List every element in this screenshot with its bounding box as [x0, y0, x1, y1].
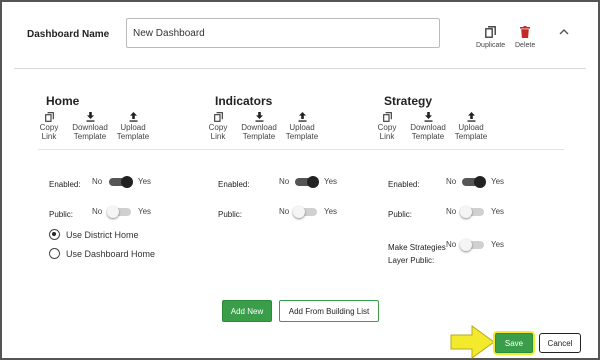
- header-divider: [14, 68, 586, 69]
- toggle-no-text: No: [92, 207, 103, 216]
- enabled-label: Enabled:: [388, 180, 420, 189]
- toggle-knob: [307, 176, 319, 188]
- toggle-knob: [460, 239, 472, 251]
- home-enabled-row: Enabled: No Yes: [49, 176, 169, 191]
- upload-template-button[interactable]: Upload Template: [454, 112, 488, 141]
- upload-template-label: Upload Template: [116, 123, 150, 141]
- layer-public-label: Make Strategies Layer Public:: [388, 243, 446, 265]
- copy-icon: [44, 112, 54, 122]
- tools-divider: [38, 149, 564, 150]
- download-icon: [423, 112, 433, 122]
- indicators-enabled-row: Enabled: No Yes: [218, 176, 348, 191]
- upload-icon: [466, 112, 476, 122]
- copy-link-label: Copy Link: [377, 123, 397, 141]
- enabled-label: Enabled:: [218, 180, 250, 189]
- radio-label: Use District Home: [66, 229, 139, 240]
- download-template-button[interactable]: Download Template: [408, 112, 448, 141]
- add-from-building-list-button[interactable]: Add From Building List: [279, 300, 379, 322]
- home-public-toggle[interactable]: [107, 206, 131, 218]
- copy-link-button[interactable]: Copy Link: [207, 112, 229, 141]
- dashboard-name-input[interactable]: [126, 18, 440, 48]
- toggle-knob: [107, 206, 119, 218]
- duplicate-label: Duplicate: [476, 42, 506, 49]
- strategy-layer-public-toggle[interactable]: [460, 239, 484, 251]
- section-title: Indicators: [215, 94, 273, 108]
- upload-template-label: Upload Template: [285, 123, 319, 141]
- section-title: Home: [46, 94, 80, 108]
- toggle-no-text: No: [446, 177, 457, 186]
- strategy-public-row: Public: No Yes: [388, 206, 518, 221]
- section-indicators: Indicators Copy Link Download Template Upl…: [209, 94, 375, 141]
- toggle-yes-text: Yes: [491, 240, 505, 249]
- copy-link-button[interactable]: Copy Link: [38, 112, 60, 141]
- download-template-label: Download Template: [241, 123, 277, 141]
- toggle-no-text: No: [446, 207, 457, 216]
- upload-template-button[interactable]: Upload Template: [116, 112, 150, 141]
- toggle-knob: [460, 206, 472, 218]
- upload-icon: [297, 112, 307, 122]
- save-button[interactable]: Save: [495, 333, 533, 353]
- download-template-button[interactable]: Download Template: [70, 112, 110, 141]
- copy-link-label: Copy Link: [208, 123, 228, 141]
- home-enabled-toggle[interactable]: [109, 176, 133, 188]
- radio-label: Use Dashboard Home: [66, 248, 156, 259]
- upload-template-label: Upload Template: [454, 123, 488, 141]
- section-title: Strategy: [384, 94, 433, 108]
- indicators-public-row: Public: No Yes: [218, 206, 348, 221]
- delete-label: Delete: [515, 42, 536, 49]
- toggle-no-text: No: [279, 177, 290, 186]
- trash-icon: [520, 26, 531, 40]
- dashboard-name-label: Dashboard Name: [27, 29, 110, 40]
- chevron-up-icon[interactable]: [559, 27, 569, 38]
- toggle-knob: [293, 206, 305, 218]
- radio-use-district-home[interactable]: Use District Home: [49, 229, 139, 240]
- toggle-yes-text: Yes: [138, 177, 152, 186]
- enabled-label: Enabled:: [49, 180, 81, 189]
- duplicate-button[interactable]: Duplicate: [476, 26, 505, 49]
- public-label: Public:: [218, 210, 243, 219]
- indicators-enabled-toggle[interactable]: [295, 176, 319, 188]
- download-template-label: Download Template: [72, 123, 108, 141]
- toggle-knob: [474, 176, 486, 188]
- home-public-row: Public: No Yes: [49, 206, 169, 221]
- copy-icon: [213, 112, 223, 122]
- download-template-button[interactable]: Download Template: [239, 112, 279, 141]
- copy-link-button[interactable]: Copy Link: [376, 112, 398, 141]
- dashboard-header-row: Dashboard Name Duplicate Delete: [2, 16, 598, 56]
- toggle-no-text: No: [279, 207, 290, 216]
- duplicate-icon: [485, 26, 496, 40]
- public-label: Public:: [49, 210, 74, 219]
- radio-button-unchecked[interactable]: [49, 248, 60, 259]
- delete-button[interactable]: Delete: [515, 26, 535, 49]
- section-home: Home Copy Link Download Template Upload Tem…: [40, 94, 206, 141]
- highlight-arrow-icon: [450, 325, 495, 359]
- toggle-yes-text: Yes: [491, 177, 505, 186]
- section-strategy: Strategy Copy Link Download Template Uploa…: [378, 94, 544, 141]
- download-icon: [85, 112, 95, 122]
- toggle-no-text: No: [446, 240, 457, 249]
- radio-button-checked[interactable]: [49, 229, 60, 240]
- download-icon: [254, 112, 264, 122]
- strategy-public-toggle[interactable]: [460, 206, 484, 218]
- copy-icon: [382, 112, 392, 122]
- add-new-button[interactable]: Add New: [222, 300, 272, 322]
- upload-icon: [128, 112, 138, 122]
- strategy-enabled-row: Enabled: No Yes: [388, 176, 518, 191]
- public-label: Public:: [388, 210, 413, 219]
- copy-link-label: Copy Link: [39, 123, 59, 141]
- toggle-yes-text: Yes: [324, 177, 338, 186]
- radio-use-dashboard-home[interactable]: Use Dashboard Home: [49, 248, 155, 259]
- strategy-layer-public-row: Make Strategies Layer Public: No Yes: [388, 239, 518, 265]
- cancel-button[interactable]: Cancel: [539, 333, 581, 353]
- indicators-public-toggle[interactable]: [293, 206, 317, 218]
- toggle-yes-text: Yes: [138, 207, 152, 216]
- toggle-no-text: No: [92, 177, 103, 186]
- toggle-yes-text: Yes: [491, 207, 505, 216]
- toggle-yes-text: Yes: [324, 207, 338, 216]
- dashboard-settings-panel: Dashboard Name Duplicate Delete: [0, 0, 600, 360]
- strategy-enabled-toggle[interactable]: [462, 176, 486, 188]
- upload-template-button[interactable]: Upload Template: [285, 112, 319, 141]
- toggle-knob: [121, 176, 133, 188]
- download-template-label: Download Template: [410, 123, 446, 141]
